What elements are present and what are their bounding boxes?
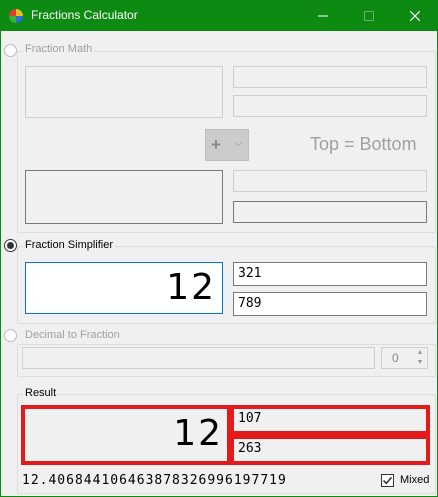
client-area: Fraction Math + ⌵ Top = Bottom Fraction … — [1, 31, 437, 496]
equation-label: Top = Bottom — [310, 134, 417, 154]
simplifier-whole-field[interactable]: 12 — [25, 262, 223, 314]
math-numerator-2-field[interactable] — [233, 170, 427, 192]
decimal-to-fraction-radio[interactable] — [4, 329, 17, 342]
chevron-down-icon: ⌵ — [234, 138, 242, 149]
simplifier-numerator-field[interactable]: 321 — [233, 262, 427, 286]
minimize-button[interactable] — [300, 0, 346, 31]
spinner-down-icon[interactable]: ▼ — [413, 358, 427, 368]
minimize-icon — [318, 15, 328, 16]
fraction-simplifier-label: Fraction Simplifier — [23, 239, 116, 251]
math-numerator-1-field[interactable] — [233, 66, 427, 88]
mixed-checkbox[interactable] — [381, 474, 394, 487]
app-icon — [9, 9, 23, 23]
result-numerator-box: 107 — [230, 405, 430, 435]
math-denominator-1-field[interactable] — [233, 95, 427, 117]
result-numerator-value: 107 — [238, 411, 262, 426]
maximize-button — [346, 0, 392, 31]
decimal-to-fraction-label: Decimal to Fraction — [23, 329, 122, 341]
spinner-up-icon[interactable]: ▲ — [413, 348, 427, 358]
maximize-icon — [364, 10, 374, 21]
simplifier-whole-value: 12 — [166, 267, 216, 308]
window-title: Fractions Calculator — [31, 8, 138, 22]
title-bar[interactable]: Fractions Calculator — [0, 0, 438, 31]
result-denominator-box: 263 — [230, 435, 430, 465]
result-decimal-value: 12.406844106463878326996197719 — [22, 473, 287, 488]
precision-value: 0 — [392, 351, 399, 365]
math-whole-1-field[interactable] — [25, 66, 223, 118]
result-whole-value: 12 — [173, 413, 223, 454]
decimal-input-field[interactable] — [22, 347, 375, 369]
operator-dropdown[interactable]: + ⌵ — [205, 129, 249, 161]
close-button[interactable] — [392, 0, 438, 31]
fraction-math-radio[interactable] — [4, 44, 17, 57]
close-icon — [410, 10, 420, 21]
math-denominator-2-field[interactable] — [233, 201, 427, 223]
precision-spinner[interactable]: 0 ▲ ▼ — [381, 347, 428, 369]
checkmark-icon — [383, 476, 393, 485]
simplifier-denominator-field[interactable]: 789 — [233, 292, 427, 316]
mixed-label: Mixed — [400, 474, 430, 486]
operator-value: + — [211, 135, 221, 154]
math-whole-2-field[interactable] — [25, 170, 223, 224]
fraction-simplifier-radio[interactable] — [4, 239, 17, 252]
result-denominator-value: 263 — [238, 441, 262, 456]
result-whole-box: 12 — [21, 405, 231, 465]
result-label: Result — [23, 387, 59, 399]
app-window: Fractions Calculator Fraction Math + ⌵ T… — [0, 0, 438, 497]
simplifier-denominator-value: 789 — [238, 296, 262, 311]
simplifier-numerator-value: 321 — [238, 266, 262, 281]
fraction-math-label: Fraction Math — [23, 43, 95, 55]
